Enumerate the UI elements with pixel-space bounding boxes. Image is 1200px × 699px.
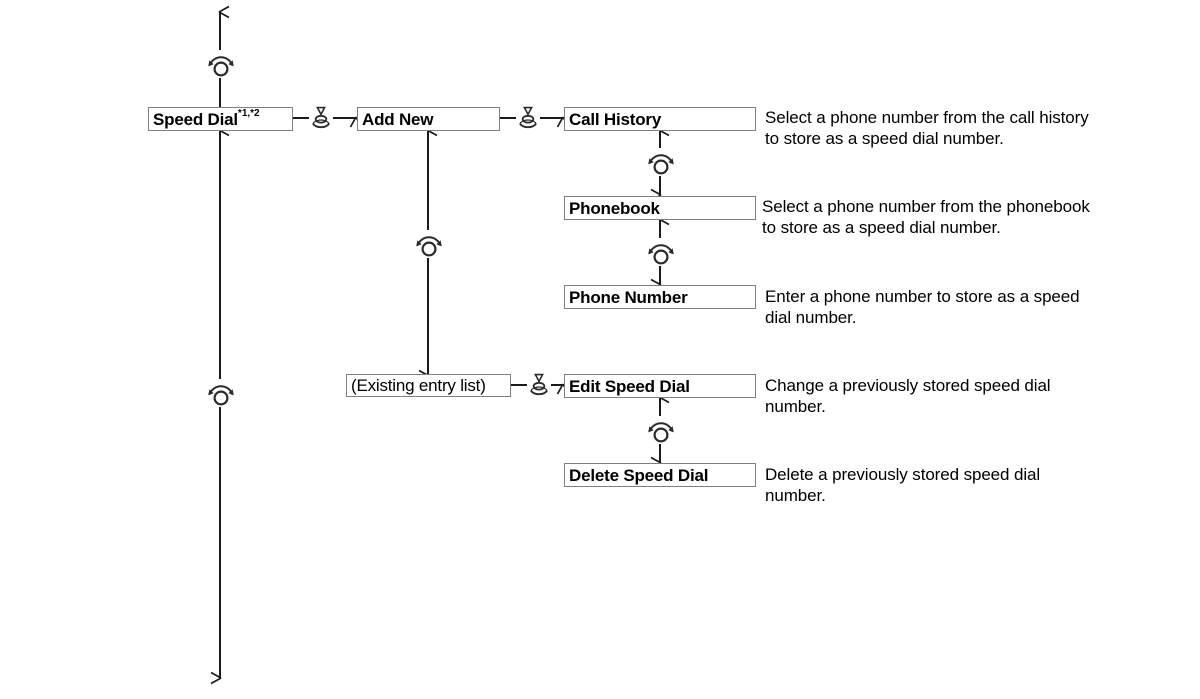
node-edit-speed-dial[interactable]: Edit Speed Dial — [564, 374, 756, 398]
node-edit-speed-dial-label: Edit Speed Dial — [569, 376, 690, 396]
rotary-dial-press-icon — [527, 373, 551, 403]
node-speed-dial-label: Speed Dial — [153, 109, 238, 129]
rotary-dial-turn-icon — [206, 379, 236, 412]
description-phonebook: Select a phone number from the phonebook… — [762, 197, 1090, 237]
description-delete-speed-dial: Delete a previously stored speed dial nu… — [765, 465, 1041, 505]
node-call-history-label: Call History — [569, 109, 662, 129]
node-add-new[interactable]: Add New — [357, 107, 500, 131]
rotary-dial-turn-icon — [646, 148, 676, 181]
node-delete-speed-dial-label: Delete Speed Dial — [569, 465, 709, 485]
node-call-history[interactable]: Call History — [564, 107, 756, 131]
description-edit-speed-dial: Change a previously stored speed dial nu… — [765, 376, 1051, 416]
rotary-dial-turn-icon — [206, 50, 236, 83]
node-phonebook-label: Phonebook — [569, 198, 660, 218]
rotary-dial-press-icon — [516, 106, 540, 136]
node-phone-number[interactable]: Phone Number — [564, 285, 756, 309]
node-delete-speed-dial[interactable]: Delete Speed Dial — [564, 463, 756, 487]
node-phonebook[interactable]: Phonebook — [564, 196, 756, 220]
node-existing-entry-list[interactable]: (Existing entry list) — [346, 374, 511, 397]
description-phone-number: Enter a phone number to store as a speed… — [765, 287, 1080, 327]
rotary-dial-turn-icon — [414, 230, 444, 263]
connector-lines — [210, 5, 670, 685]
node-speed-dial[interactable]: Speed Dial *1,*2 — [148, 107, 293, 131]
rotary-dial-press-icon — [309, 106, 333, 136]
node-phone-number-label: Phone Number — [569, 287, 688, 307]
rotary-dial-turn-icon — [646, 238, 676, 271]
menu-flow-diagram: Speed Dial *1,*2 Add New (Existing entry … — [0, 0, 1200, 699]
rotary-dial-turn-icon — [646, 416, 676, 449]
node-speed-dial-superscript: *1,*2 — [237, 108, 260, 119]
node-add-new-label: Add New — [362, 109, 434, 129]
node-existing-entry-list-label: (Existing entry list) — [351, 376, 486, 395]
description-call-history: Select a phone number from the call hist… — [765, 108, 1089, 148]
